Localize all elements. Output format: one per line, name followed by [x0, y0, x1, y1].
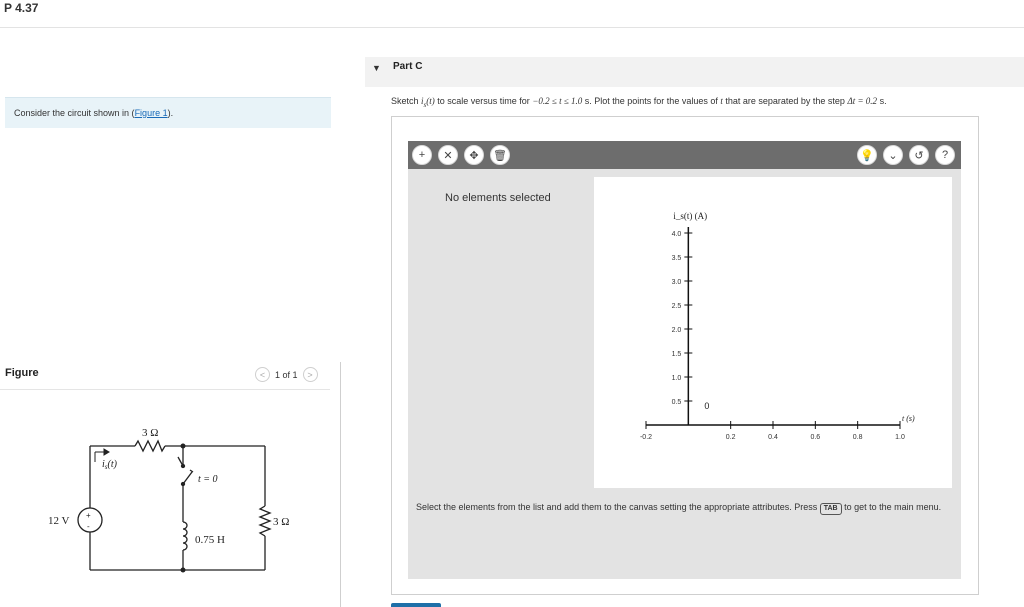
right-panel: ▼ Part C Sketch is(t) to scale versus ti…	[343, 28, 1024, 607]
y-tick-label: 2.5	[672, 303, 682, 310]
figure-link[interactable]: Figure 1	[135, 108, 168, 118]
next-figure-button[interactable]: >	[302, 367, 318, 382]
plot-svg[interactable]: 0.5 1.0 1.5 2.0 2.5 3.0 3.5 4.0 -0.2 0.2 0.4 0.6 0.8…	[594, 177, 952, 488]
figure-pager: < 1 of 1 >	[255, 367, 318, 382]
trash-icon[interactable]: 🗑	[490, 145, 510, 165]
figure-label: Figure	[5, 367, 39, 379]
tab-key: TAB	[819, 503, 842, 515]
help-icon[interactable]: ?	[935, 145, 955, 165]
junction-top	[180, 443, 186, 449]
chevron-down-icon[interactable]: ⌄	[883, 145, 903, 165]
tool-toolbar: + ✕ ✥ 🗑 💡 ⌄ ↺ ?	[408, 141, 961, 169]
x-tick-label: -0.2	[640, 434, 652, 441]
resistor-r1	[134, 439, 166, 453]
hint-bulb-icon[interactable]: 💡	[857, 145, 877, 165]
move-icon[interactable]: ✥	[464, 145, 484, 165]
canvas-help-text: Select the elements from the list and ad…	[416, 500, 956, 515]
y-tick-label: 3.5	[672, 255, 682, 262]
question-instruction: Sketch is(t) to scale versus time for −0…	[391, 96, 887, 109]
graphing-tool: + ✕ ✥ 🗑 💡 ⌄ ↺ ? No elements selected 0.5…	[391, 116, 979, 595]
x-tick-label: 0.6	[810, 434, 820, 441]
collapse-caret-icon[interactable]: ▼	[372, 63, 381, 73]
r2-label: 3 Ω	[273, 516, 289, 528]
intro-suffix: ).	[167, 108, 174, 118]
y-tick-label: 2.0	[672, 327, 682, 334]
submit-button[interactable]	[391, 603, 441, 607]
r1-label: 3 Ω	[142, 427, 158, 439]
intro-prefix: Consider the circuit shown in (	[14, 108, 135, 118]
x-tick-label: 1.0	[895, 434, 905, 441]
prev-figure-button[interactable]: <	[255, 367, 270, 382]
x-tick-label: 0.4	[768, 434, 778, 441]
inductor-l	[182, 521, 188, 551]
source-minus: -	[87, 522, 90, 531]
pager-text: 1 of 1	[275, 369, 298, 380]
app-window: P 4.37 Consider the circuit shown in (Fi…	[0, 0, 1024, 607]
y-tick-label: 3.0	[672, 279, 682, 286]
x-axis-title: t (s)	[902, 414, 915, 423]
plot-panel[interactable]: 0.5 1.0 1.5 2.0 2.5 3.0 3.5 4.0 -0.2 0.2 0.4 0.6 0.8…	[594, 177, 952, 488]
left-panel: Consider the circuit shown in (Figure 1)…	[0, 28, 340, 607]
part-c-header[interactable]: ▼ Part C	[365, 57, 1024, 87]
page-title: P 4.37	[4, 1, 39, 15]
circuit-diagram: 3 Ω 12 V + - is(t) t = 0 0.75 H 3 Ω	[48, 427, 289, 573]
part-title: Part C	[393, 61, 423, 72]
source-plus: +	[86, 511, 91, 520]
selection-status: No elements selected	[445, 192, 551, 204]
reset-icon[interactable]: ↺	[909, 145, 929, 165]
y-tick-label: 1.5	[672, 351, 682, 358]
current-label: is(t)	[102, 459, 118, 471]
source-label: 12 V	[48, 515, 70, 527]
x-tick-label: 0.2	[726, 434, 736, 441]
figure-divider	[0, 389, 330, 390]
switch-label: t = 0	[198, 474, 218, 485]
switch	[177, 456, 194, 487]
junction-bottom	[180, 567, 186, 573]
y-tick-label: 1.0	[672, 375, 682, 382]
y-tick-label: 0.5	[672, 399, 682, 406]
x-tick-label: 0.8	[853, 434, 863, 441]
resistor-r2	[258, 505, 272, 537]
origin-label: 0	[704, 401, 709, 411]
tool-canvas[interactable]: No elements selected 0.5 1.0 1.5 2.0 2.5 3.0 3…	[408, 169, 961, 579]
no-select-icon[interactable]: ✕	[438, 145, 458, 165]
intro-box: Consider the circuit shown in (Figure 1)…	[5, 97, 331, 128]
add-element-icon[interactable]: +	[412, 145, 432, 165]
y-axis-title: i_s(t) (A)	[673, 211, 707, 221]
inductor-label: 0.75 H	[195, 534, 225, 546]
y-tick-label: 4.0	[672, 231, 682, 238]
panel-divider	[340, 362, 341, 607]
